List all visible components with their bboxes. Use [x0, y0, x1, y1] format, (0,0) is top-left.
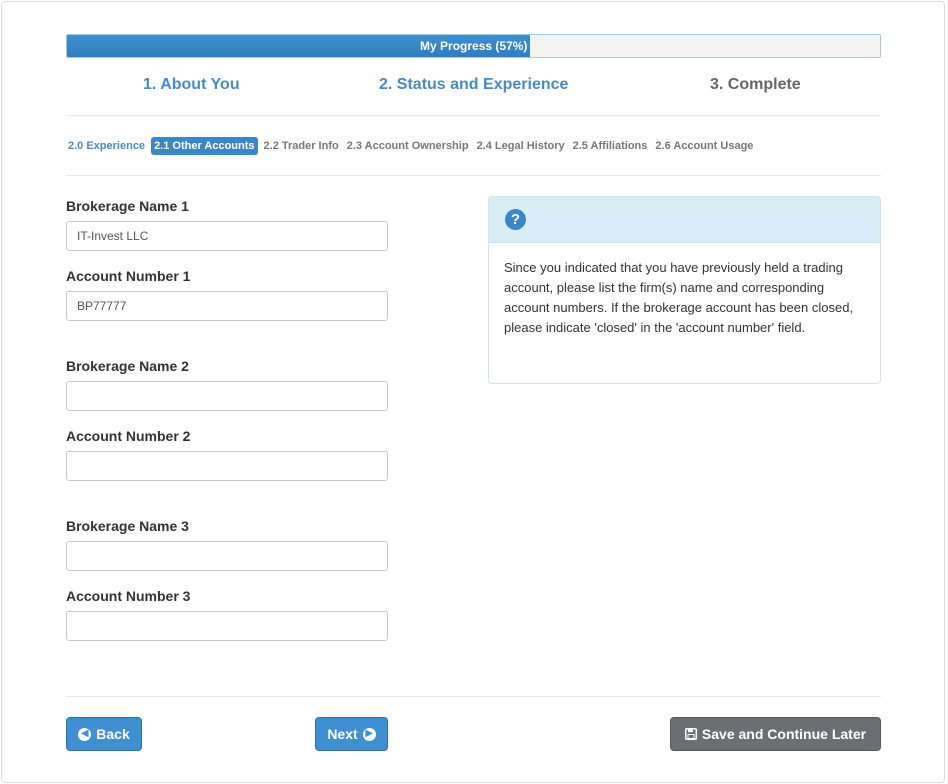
arrow-left-circle-icon: ◀ [78, 727, 92, 741]
save-button-label: Save and Continue Later [701, 726, 867, 742]
floppy-disk-icon [684, 728, 697, 740]
save-and-continue-later-button[interactable]: Save and Continue Later [670, 717, 881, 751]
back-button-label: Back [96, 726, 130, 742]
tab-affiliations: 2.5 Affiliations [572, 140, 648, 152]
step-about-you[interactable]: 1. About You [143, 76, 240, 94]
next-button-label: Next [327, 726, 358, 742]
tab-account-usage: 2.6 Account Usage [655, 140, 754, 152]
step-status-and-experience[interactable]: 2. Status and Experience [379, 76, 568, 94]
next-button[interactable]: Next ▶ [315, 717, 388, 751]
brokerage-name-1-label: Brokerage Name 1 [66, 198, 189, 214]
divider [66, 175, 881, 176]
brokerage-name-1-input[interactable] [66, 221, 388, 251]
help-text: Since you indicated that you have previo… [504, 260, 854, 335]
progress-label: My Progress (57%) [420, 39, 528, 53]
substep-tabs: 2.0 Experience 2.1 Other Accounts 2.2 Tr… [66, 135, 759, 157]
tab-account-ownership: 2.3 Account Ownership [346, 140, 469, 152]
account-number-2-label: Account Number 2 [66, 428, 191, 444]
tab-legal-history: 2.4 Legal History [476, 140, 565, 152]
divider [66, 696, 881, 697]
divider [66, 115, 881, 116]
step-complete: 3. Complete [710, 76, 801, 93]
brokerage-name-3-input[interactable] [66, 541, 388, 571]
arrow-right-circle-icon: ▶ [362, 727, 376, 741]
back-button[interactable]: ◀ Back [66, 717, 142, 751]
tab-other-accounts[interactable]: 2.1 Other Accounts [151, 137, 258, 155]
account-number-2-input[interactable] [66, 451, 388, 481]
tab-experience[interactable]: 2.0 Experience [66, 138, 147, 154]
account-number-1-input[interactable] [66, 291, 388, 321]
brokerage-name-3-label: Brokerage Name 3 [66, 518, 189, 534]
help-panel: ? Since you indicated that you have prev… [488, 196, 881, 384]
brokerage-name-2-label: Brokerage Name 2 [66, 358, 189, 374]
account-number-3-input[interactable] [66, 611, 388, 641]
progress-bar: My Progress (57%) [66, 34, 881, 58]
wizard-steps: 1. About You 2. Status and Experience 3.… [66, 72, 881, 102]
account-number-3-label: Account Number 3 [66, 588, 191, 604]
help-panel-header: ? [489, 197, 880, 243]
account-number-1-label: Account Number 1 [66, 268, 191, 284]
question-circle-icon: ? [505, 209, 526, 230]
tab-trader-info: 2.2 Trader Info [263, 140, 339, 152]
brokerage-name-2-input[interactable] [66, 381, 388, 411]
